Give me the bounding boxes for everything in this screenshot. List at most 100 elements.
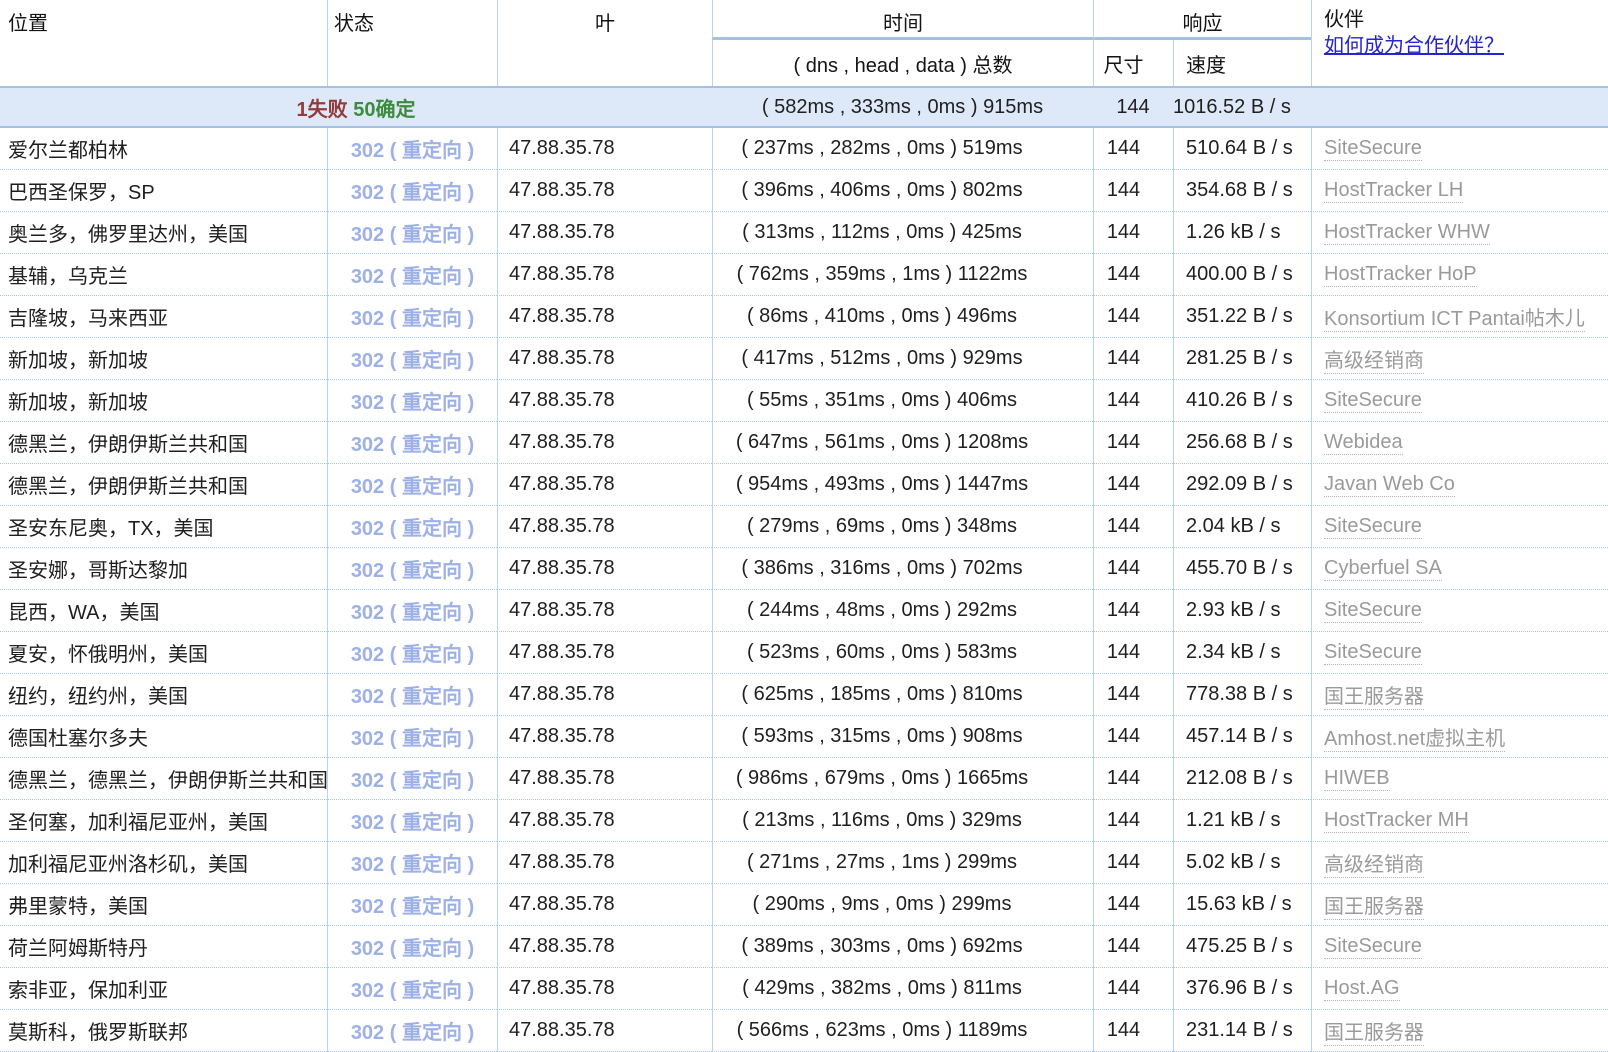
size-cell: 144 (1093, 128, 1173, 170)
time-cell: ( 290ms , 9ms , 0ms ) 299ms (712, 884, 1093, 926)
speed-cell: 457.14 B / s (1173, 716, 1311, 758)
partner-link[interactable]: Javan Web Co (1324, 473, 1455, 497)
time-cell: ( 279ms , 69ms , 0ms ) 348ms (712, 506, 1093, 548)
table-row: 荷兰阿姆斯特丹 302 ( 重定向 ) 47.88.35.78 ( 389ms … (0, 926, 1608, 968)
size-cell: 144 (1093, 926, 1173, 968)
table-row: 爱尔兰都柏林 302 ( 重定向 ) 47.88.35.78 ( 237ms ,… (0, 128, 1608, 170)
time-cell: ( 389ms , 303ms , 0ms ) 692ms (712, 926, 1093, 968)
ip-address-cell: 47.88.35.78 (497, 128, 712, 170)
ip-address-cell: 47.88.35.78 (497, 254, 712, 296)
status-code: 302 ( 重定向 ) (327, 632, 497, 674)
speed-cell: 2.04 kB / s (1173, 506, 1311, 548)
ip-address-cell: 47.88.35.78 (497, 548, 712, 590)
status-code: 302 ( 重定向 ) (327, 422, 497, 464)
location-cell: 加利福尼亚州洛杉矶，美国 (0, 842, 327, 884)
size-cell: 144 (1093, 506, 1173, 548)
partner-link[interactable]: SiteSecure (1324, 389, 1422, 413)
table-row: 莫斯科，俄罗斯联邦 302 ( 重定向 ) 47.88.35.78 ( 566m… (0, 1010, 1608, 1052)
speed-cell: 455.70 B / s (1173, 548, 1311, 590)
table-row: 德国杜塞尔多夫 302 ( 重定向 ) 47.88.35.78 ( 593ms … (0, 716, 1608, 758)
partner-link[interactable]: HostTracker MH (1324, 809, 1469, 833)
ip-address-cell: 47.88.35.78 (497, 506, 712, 548)
partner-link[interactable]: SiteSecure (1324, 599, 1422, 623)
location-cell: 索非亚，保加利亚 (0, 968, 327, 1010)
partner-link[interactable]: SiteSecure (1324, 935, 1422, 959)
time-cell: ( 213ms , 116ms , 0ms ) 329ms (712, 800, 1093, 842)
speed-cell: 1.21 kB / s (1173, 800, 1311, 842)
size-cell: 144 (1093, 338, 1173, 380)
time-cell: ( 647ms , 561ms , 0ms ) 1208ms (712, 422, 1093, 464)
ip-address-cell: 47.88.35.78 (497, 590, 712, 632)
time-cell: ( 313ms , 112ms , 0ms ) 425ms (712, 212, 1093, 254)
location-cell: 圣安娜，哥斯达黎加 (0, 548, 327, 590)
partner-link[interactable]: SiteSecure (1324, 137, 1422, 161)
partner-link[interactable]: HostTracker HoP (1324, 263, 1477, 287)
time-cell: ( 429ms , 382ms , 0ms ) 811ms (712, 968, 1093, 1010)
speed-cell: 256.68 B / s (1173, 422, 1311, 464)
partner-link[interactable]: 高级经销商 (1324, 854, 1424, 878)
table-row: 巴西圣保罗，SP 302 ( 重定向 ) 47.88.35.78 ( 396ms… (0, 170, 1608, 212)
partner-link[interactable]: Cyberfuel SA (1324, 557, 1442, 581)
speed-cell: 2.93 kB / s (1173, 590, 1311, 632)
table-row: 纽约，纽约州，美国 302 ( 重定向 ) 47.88.35.78 ( 625m… (0, 674, 1608, 716)
partner-cell: Webidea (1311, 422, 1608, 464)
table-row: 奥兰多，佛罗里达州，美国 302 ( 重定向 ) 47.88.35.78 ( 3… (0, 212, 1608, 254)
partner-link[interactable]: 高级经销商 (1324, 350, 1424, 374)
status-code: 302 ( 重定向 ) (327, 464, 497, 506)
partner-link[interactable]: Webidea (1324, 431, 1403, 455)
status-code: 302 ( 重定向 ) (327, 254, 497, 296)
ip-address-cell: 47.88.35.78 (497, 968, 712, 1010)
status-code: 302 ( 重定向 ) (327, 674, 497, 716)
header-status: 状态 (327, 0, 497, 86)
time-cell: ( 566ms , 623ms , 0ms ) 1189ms (712, 1010, 1093, 1052)
ip-address-cell: 47.88.35.78 (497, 926, 712, 968)
header-partner: 伙伴 如何成为合作伙伴？ (1311, 0, 1608, 86)
size-cell: 144 (1093, 296, 1173, 338)
partner-link[interactable]: SiteSecure (1324, 515, 1422, 539)
location-cell: 巴西圣保罗，SP (0, 170, 327, 212)
header-location: 位置 (0, 0, 327, 86)
speed-cell: 475.25 B / s (1173, 926, 1311, 968)
partner-link[interactable]: Amhost.net虚拟主机 (1324, 728, 1505, 752)
partner-signup-link[interactable]: 如何成为合作伙伴？ (1324, 35, 1504, 57)
partner-link[interactable]: 国王服务器 (1324, 686, 1424, 710)
summary-row: 1失败 50确定 ( 582ms , 333ms , 0ms ) 915ms 1… (0, 86, 1608, 128)
size-cell: 144 (1093, 380, 1173, 422)
partner-link[interactable]: SiteSecure (1324, 641, 1422, 665)
partner-link[interactable]: HostTracker WHW (1324, 221, 1490, 245)
partner-link[interactable]: HIWEB (1324, 767, 1390, 791)
partner-link[interactable]: 国王服务器 (1324, 1022, 1424, 1046)
size-cell: 144 (1093, 464, 1173, 506)
status-code: 302 ( 重定向 ) (327, 1010, 497, 1052)
partner-link[interactable]: HostTracker LH (1324, 179, 1463, 203)
table-row: 德黑兰，伊朗伊斯兰共和国 302 ( 重定向 ) 47.88.35.78 ( 9… (0, 464, 1608, 506)
summary-speed: 1016.52 B / s (1173, 86, 1311, 128)
table-row: 昆西，WA，美国 302 ( 重定向 ) 47.88.35.78 ( 244ms… (0, 590, 1608, 632)
partner-link[interactable]: Host.AG (1324, 977, 1400, 1001)
header-row-groups: 位置 状态 叶 时间 响应 伙伴 如何成为合作伙伴？ (0, 0, 1608, 40)
status-code: 302 ( 重定向 ) (327, 128, 497, 170)
header-speed: 速度 (1173, 40, 1311, 86)
speed-cell: 292.09 B / s (1173, 464, 1311, 506)
status-code: 302 ( 重定向 ) (327, 968, 497, 1010)
location-cell: 奥兰多，佛罗里达州，美国 (0, 212, 327, 254)
time-cell: ( 523ms , 60ms , 0ms ) 583ms (712, 632, 1093, 674)
ip-address-cell: 47.88.35.78 (497, 632, 712, 674)
table-row: 德黑兰，德黑兰，伊朗伊斯兰共和国 302 ( 重定向 ) 47.88.35.78… (0, 758, 1608, 800)
time-cell: ( 954ms , 493ms , 0ms ) 1447ms (712, 464, 1093, 506)
partner-cell: Cyberfuel SA (1311, 548, 1608, 590)
size-cell: 144 (1093, 842, 1173, 884)
partner-cell: SiteSecure (1311, 128, 1608, 170)
header-response: 响应 (1093, 0, 1311, 40)
location-cell: 德黑兰，伊朗伊斯兰共和国 (0, 464, 327, 506)
partner-cell: Javan Web Co (1311, 464, 1608, 506)
table-row: 吉隆坡，马来西亚 302 ( 重定向 ) 47.88.35.78 ( 86ms … (0, 296, 1608, 338)
speed-cell: 354.68 B / s (1173, 170, 1311, 212)
status-code: 302 ( 重定向 ) (327, 548, 497, 590)
partner-link[interactable]: 国王服务器 (1324, 896, 1424, 920)
location-cell: 纽约，纽约州，美国 (0, 674, 327, 716)
speed-cell: 400.00 B / s (1173, 254, 1311, 296)
partner-header-label: 伙伴 (1324, 7, 1608, 33)
table-row: 基辅，乌克兰 302 ( 重定向 ) 47.88.35.78 ( 762ms ,… (0, 254, 1608, 296)
partner-link[interactable]: Konsortium ICT Pantai帖木儿 (1324, 308, 1585, 332)
